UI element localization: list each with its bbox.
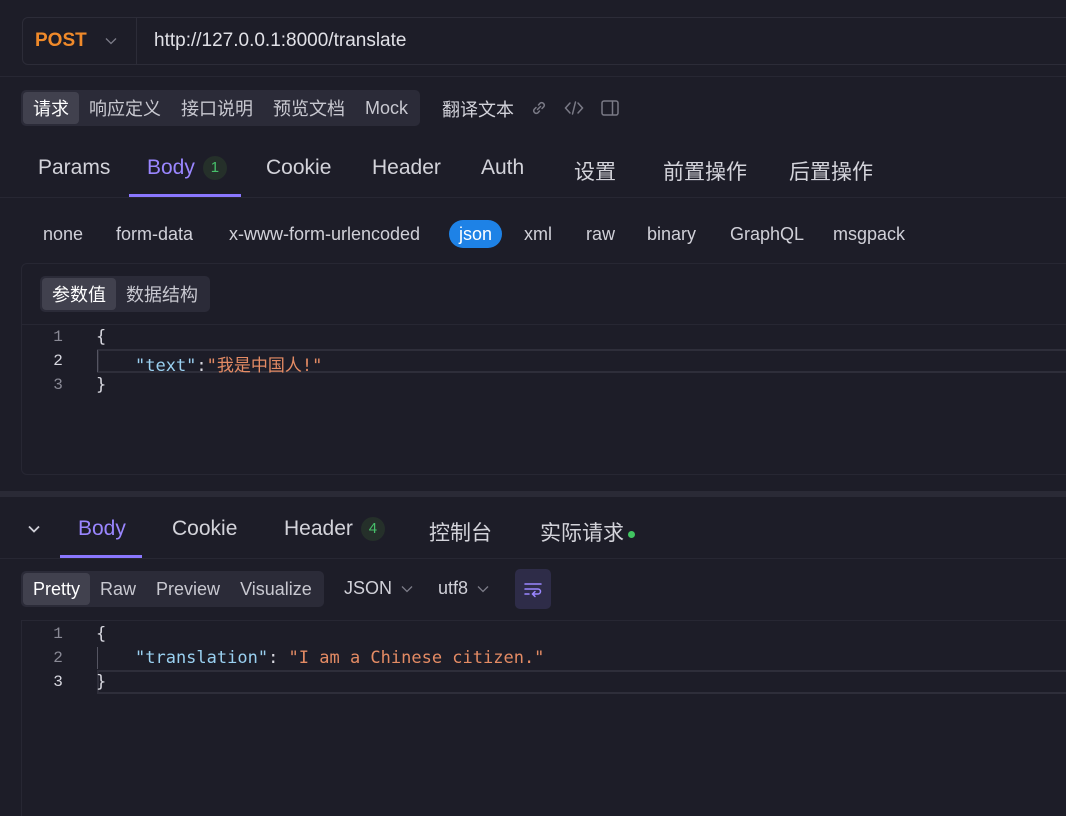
indent-guide [97,350,98,372]
json-string-value: "我是中国人!" [206,356,323,376]
tab-auth[interactable]: Auth [481,156,524,180]
tab-data-schema[interactable]: 数据结构 [116,278,208,310]
tab-pre-operations[interactable]: 前置操作 [663,156,747,186]
line-number: 1 [53,328,63,346]
tab-header[interactable]: Header [372,156,441,180]
code-open-brace: { [96,327,107,347]
wrap-lines-button[interactable] [515,569,551,609]
tab-console[interactable]: 控制台 [429,517,492,547]
body-type-urlencoded[interactable]: x-www-form-urlencoded [229,220,420,248]
body-type-raw[interactable]: raw [586,220,615,248]
line-number: 3 [53,376,63,394]
view-mode-preview[interactable]: Preview [146,573,230,605]
body-count-badge: 1 [202,156,227,181]
json-colon: : [196,356,207,376]
view-mode-pretty[interactable]: Pretty [23,573,91,605]
active-line-highlight [97,670,1066,694]
line-number: 3 [53,673,63,691]
tab-actual-request-label: 实际请求 [540,522,624,545]
status-dot [628,530,635,538]
body-type-form-data[interactable]: form-data [116,220,193,248]
doc-tabs: 请求 响应定义 接口说明 预览文档 Mock [21,90,421,126]
format-label: JSON [344,578,393,598]
body-type-binary[interactable]: binary [647,220,696,248]
line-number: 2 [53,352,63,370]
body-type-xml[interactable]: xml [524,220,552,248]
tab-mock[interactable]: Mock [355,92,418,124]
chevron-down-icon [105,38,117,45]
indent-guide [97,647,98,669]
code-line-text: "translation": "I am a Chinese citizen." [135,648,544,668]
tab-post-operations[interactable]: 后置操作 [789,156,873,186]
tab-actual-request[interactable]: 实际请求 [540,517,635,547]
body-type-graphql[interactable]: GraphQL [730,220,804,248]
chevron-down-icon [477,585,489,592]
url-bar: POST [22,17,1066,65]
param-view-toggle: 参数值 数据结构 [40,276,210,312]
view-mode-visualize[interactable]: Visualize [230,573,322,605]
tab-settings[interactable]: 设置 [574,156,616,186]
format-select[interactable]: JSON [344,578,414,599]
line-number: 1 [53,625,63,643]
collapse-chevron-icon[interactable] [26,521,42,537]
divider [0,558,1066,559]
tab-body[interactable]: Body 1 [147,156,227,181]
tab-preview-docs[interactable]: 预览文档 [263,92,355,124]
divider [0,76,1066,77]
view-mode-raw[interactable]: Raw [90,573,146,605]
divider [0,197,1066,198]
tab-response-header-label: Header [284,517,353,540]
json-string-value: "I am a Chinese citizen." [288,648,545,668]
tab-param-values[interactable]: 参数值 [42,278,116,310]
link-icon[interactable] [528,97,550,119]
code-line-text: "text":"我是中国人!" [135,351,322,376]
tab-response-definition[interactable]: 响应定义 [79,92,171,124]
json-colon: : [268,648,289,668]
url-input[interactable] [154,30,954,52]
method-label: POST [35,30,87,51]
body-type-msgpack[interactable]: msgpack [833,220,905,248]
tab-params[interactable]: Params [38,156,110,180]
json-key: "translation" [135,648,269,668]
tab-response-header[interactable]: Header 4 [284,517,385,542]
encoding-select[interactable]: utf8 [438,578,490,599]
tab-response-cookie[interactable]: Cookie [172,517,237,541]
tab-cookie[interactable]: Cookie [266,156,331,180]
header-count-badge: 4 [360,517,385,542]
method-select[interactable]: POST [23,18,137,64]
code-close-brace: } [96,672,107,692]
view-mode-toggle: Pretty Raw Preview Visualize [21,571,324,607]
tab-response-body[interactable]: Body [78,517,126,541]
tab-api-description[interactable]: 接口说明 [171,92,263,124]
body-type-none[interactable]: none [43,220,83,248]
panel-icon[interactable] [599,97,621,119]
body-type-json[interactable]: json [449,220,503,248]
pane-splitter[interactable] [0,491,1066,497]
chevron-down-icon [401,585,413,592]
json-key: "text" [135,356,197,376]
code-open-brace: { [96,624,107,644]
code-icon[interactable] [563,97,585,119]
wrap-lines-icon [524,583,542,598]
endpoint-name[interactable]: 翻译文本 [442,96,514,122]
code-close-brace: } [96,375,107,395]
tab-request[interactable]: 请求 [23,92,79,124]
tab-body-label: Body [147,156,195,179]
line-number: 2 [53,649,63,667]
divider [22,324,1066,325]
encoding-label: utf8 [438,578,469,598]
